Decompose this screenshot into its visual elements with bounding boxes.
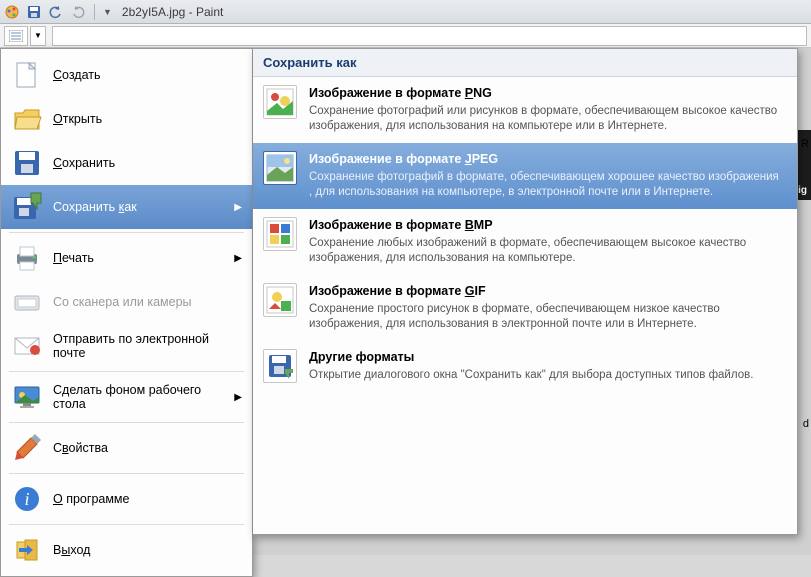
new-icon bbox=[11, 59, 43, 91]
menu-item-desktop[interactable]: Сделать фоном рабочего стола ▶ bbox=[1, 375, 252, 419]
bmp-format-icon bbox=[263, 217, 297, 251]
saveas-option-title: Другие форматы bbox=[309, 349, 785, 366]
right-marker-d: d bbox=[803, 418, 809, 430]
saveas-option-title: Изображение в формате BMP bbox=[309, 217, 785, 234]
submenu-arrow-icon: ▶ bbox=[234, 253, 242, 264]
svg-text:i: i bbox=[24, 489, 29, 509]
saveas-option-title: Изображение в формате JPEG bbox=[309, 151, 785, 168]
menu-item-props[interactable]: Свойства bbox=[1, 426, 252, 470]
save-as-submenu[interactable]: Сохранить как Изображение в формате PNG … bbox=[253, 48, 798, 535]
menu-separator bbox=[9, 524, 244, 525]
saveas-option-desc: Открытие диалогового окна "Сохранить как… bbox=[309, 368, 785, 384]
saveas-option-desc: Сохранение фотографий или рисунков в фор… bbox=[309, 104, 785, 135]
menu-item-label: Сохранить как bbox=[53, 200, 230, 214]
saveas-option-gif[interactable]: Изображение в формате GIF Сохранение про… bbox=[253, 275, 797, 341]
other-format-icon bbox=[263, 349, 297, 383]
desktop-icon bbox=[11, 381, 43, 413]
quick-access-toolbar: ▼ bbox=[24, 2, 114, 22]
app-icon bbox=[4, 4, 20, 20]
menu-item-new[interactable]: Создать bbox=[1, 53, 252, 97]
menu-separator bbox=[9, 422, 244, 423]
menu-separator bbox=[9, 371, 244, 372]
menu-item-saveas[interactable]: Сохранить как ▶ bbox=[1, 185, 252, 229]
menu-item-label: Сделать фоном рабочего стола bbox=[53, 383, 230, 411]
mail-icon bbox=[11, 330, 43, 362]
saveas-option-desc: Сохранение любых изображений в формате, … bbox=[309, 236, 785, 267]
saveas-option-png[interactable]: Изображение в формате PNG Сохранение фот… bbox=[253, 77, 797, 143]
titlebar: ▼ 2b2yI5A.jpg - Paint bbox=[0, 0, 811, 24]
menu-item-label: Отправить по электронной почте bbox=[53, 332, 242, 360]
gif-format-icon bbox=[263, 283, 297, 317]
menu-item-label: Открыть bbox=[53, 112, 242, 126]
ribbon-strip bbox=[52, 26, 807, 46]
menu-item-mail[interactable]: Отправить по электронной почте bbox=[1, 324, 252, 368]
menu-separator bbox=[9, 473, 244, 474]
save-icon bbox=[11, 147, 43, 179]
menu-item-label: Создать bbox=[53, 68, 242, 82]
menu-item-label: Со сканера или камеры bbox=[53, 295, 242, 309]
save-button[interactable] bbox=[24, 2, 44, 22]
menu-item-open[interactable]: Открыть bbox=[1, 97, 252, 141]
right-marker-r: R bbox=[801, 138, 809, 150]
qat-separator bbox=[94, 4, 95, 20]
exit-icon bbox=[11, 534, 43, 566]
png-format-icon bbox=[263, 85, 297, 119]
scanner-icon bbox=[11, 286, 43, 318]
redo-button[interactable] bbox=[68, 2, 88, 22]
saveas-icon bbox=[11, 191, 43, 223]
menu-item-label: Сохранить bbox=[53, 156, 242, 170]
menu-item-label: Печать bbox=[53, 251, 230, 265]
submenu-header: Сохранить как bbox=[253, 49, 797, 77]
saveas-option-bmp[interactable]: Изображение в формате BMP Сохранение люб… bbox=[253, 209, 797, 275]
menu-item-save[interactable]: Сохранить bbox=[1, 141, 252, 185]
saveas-option-jpeg[interactable]: Изображение в формате JPEG Сохранение фо… bbox=[253, 143, 797, 209]
menu-item-about[interactable]: i О программе bbox=[1, 477, 252, 521]
about-icon: i bbox=[11, 483, 43, 515]
menu-item-scanner: Со сканера или камеры bbox=[1, 280, 252, 324]
jpeg-format-icon bbox=[263, 151, 297, 185]
file-menu[interactable]: Создать Открыть Сохранить Сохранить как … bbox=[0, 48, 253, 577]
undo-button[interactable] bbox=[46, 2, 66, 22]
menu-item-label: Свойства bbox=[53, 441, 242, 455]
submenu-arrow-icon: ▶ bbox=[234, 202, 242, 213]
menu-separator bbox=[9, 232, 244, 233]
saveas-option-desc: Сохранение простого рисунок в формате, о… bbox=[309, 302, 785, 333]
qat-customize-dropdown[interactable]: ▼ bbox=[101, 7, 114, 17]
print-icon bbox=[11, 242, 43, 274]
saveas-option-title: Изображение в формате GIF bbox=[309, 283, 785, 300]
submenu-arrow-icon: ▶ bbox=[234, 392, 242, 403]
saveas-option-title: Изображение в формате PNG bbox=[309, 85, 785, 102]
props-icon bbox=[11, 432, 43, 464]
saveas-option-desc: Сохранение фотографий в формате, обеспеч… bbox=[309, 170, 785, 201]
window-title: 2b2yI5A.jpg - Paint bbox=[122, 5, 223, 19]
menu-item-label: О программе bbox=[53, 492, 242, 506]
menu-item-print[interactable]: Печать ▶ bbox=[1, 236, 252, 280]
saveas-option-other[interactable]: Другие форматы Открытие диалогового окна… bbox=[253, 341, 797, 391]
file-tab-dropdown[interactable]: ▼ bbox=[30, 26, 46, 46]
menu-item-exit[interactable]: Выход bbox=[1, 528, 252, 572]
ribbon-collapsed-row: ▼ bbox=[0, 24, 811, 48]
open-icon bbox=[11, 103, 43, 135]
file-tab-button[interactable] bbox=[4, 26, 28, 46]
